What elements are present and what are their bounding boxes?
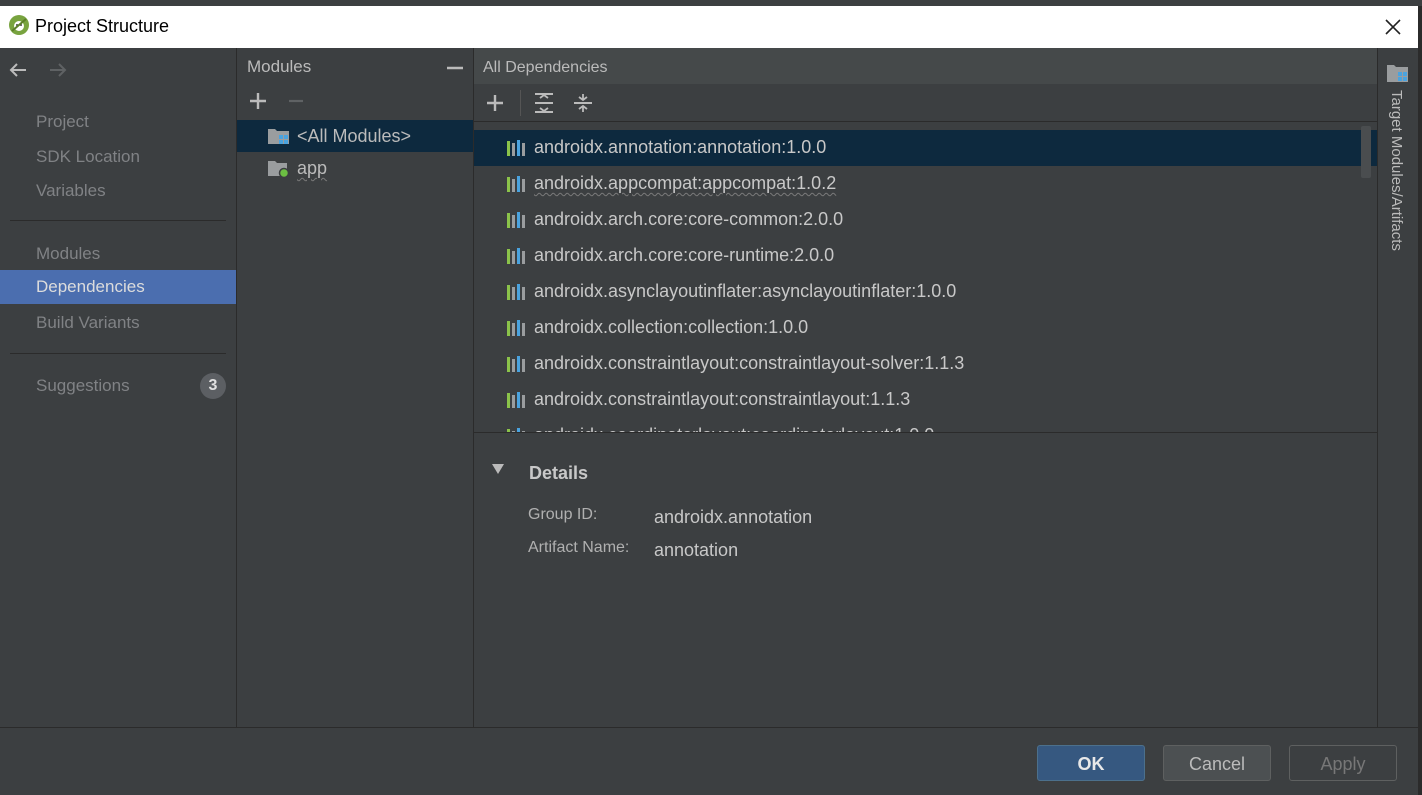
ok-button[interactable]: OK — [1037, 745, 1145, 781]
sidebar-divider — [10, 353, 226, 354]
dialog-footer: OK Cancel Apply — [0, 727, 1418, 795]
sidebar-item-sdk-location[interactable]: SDK Location — [0, 140, 236, 174]
title-bar: Project Structure — [0, 6, 1418, 48]
expand-all-icon[interactable] — [532, 91, 556, 115]
cancel-button[interactable]: Cancel — [1163, 745, 1271, 781]
suggestions-count-badge: 3 — [200, 373, 226, 399]
dependency-label: androidx.coordinatorlayout:coordinatorla… — [534, 425, 934, 432]
target-modules-icon[interactable] — [1386, 62, 1410, 84]
dependencies-panel: All Dependencies androidx.annotation:ann… — [474, 48, 1377, 727]
window-title: Project Structure — [35, 16, 170, 36]
library-icon — [507, 176, 525, 192]
details-title: Details — [529, 463, 589, 483]
dependencies-toolbar — [474, 84, 1377, 122]
sidebar-item-variables[interactable]: Variables — [0, 174, 236, 208]
dependency-label: androidx.asynclayoutinflater:asynclayout… — [534, 281, 957, 301]
sidebar-item-modules[interactable]: Modules — [0, 237, 236, 271]
artifact-name-value: annotation — [654, 540, 739, 560]
collapse-minus-icon[interactable] — [443, 56, 467, 80]
dependencies-list[interactable]: androidx.annotation:annotation:1.0.0 and… — [474, 124, 1377, 433]
modules-header: Modules — [247, 57, 312, 76]
dependencies-header: All Dependencies — [474, 48, 1377, 84]
module-folder-icon — [268, 161, 290, 178]
library-icon — [507, 356, 525, 372]
library-icon — [507, 212, 525, 228]
dependency-row[interactable]: androidx.constraintlayout:constraintlayo… — [474, 346, 1377, 382]
dependency-label: androidx.constraintlayout:constraintlayo… — [534, 389, 911, 409]
collapse-all-icon[interactable] — [571, 91, 595, 115]
sidebar: Project SDK Location Variables Modules D… — [0, 48, 237, 727]
dependency-row[interactable]: androidx.collection:collection:1.0.0 — [474, 310, 1377, 346]
library-icon — [507, 284, 525, 300]
library-icon — [507, 140, 525, 156]
dependency-label: androidx.appcompat:appcompat:1.0.2 — [534, 173, 837, 193]
library-icon — [507, 392, 525, 408]
library-icon — [507, 320, 525, 336]
project-structure-dialog: Project Structure Project SDK Location V… — [0, 6, 1418, 795]
android-studio-icon — [9, 15, 29, 35]
dependency-row[interactable]: androidx.asynclayoutinflater:asynclayout… — [474, 274, 1377, 310]
module-item-app[interactable]: app — [237, 152, 473, 184]
dependency-row[interactable]: androidx.appcompat:appcompat:1.0.2 — [474, 166, 1377, 202]
dependency-label: androidx.constraintlayout:constraintlayo… — [534, 353, 965, 373]
group-id-label: Group ID: — [528, 506, 598, 523]
dependency-row[interactable]: androidx.coordinatorlayout:coordinatorla… — [474, 418, 1377, 432]
sidebar-item-project[interactable]: Project — [0, 105, 236, 139]
forward-arrow-icon[interactable] — [46, 58, 70, 82]
right-tool-rail: Target Modules/Artifacts — [1377, 48, 1418, 727]
details-section: Details Group ID: androidx.annotation Ar… — [474, 433, 1377, 727]
toolbar-separator — [520, 90, 521, 116]
add-module-icon[interactable] — [246, 89, 270, 113]
apply-button[interactable]: Apply — [1289, 745, 1397, 781]
sidebar-item-build-variants[interactable]: Build Variants — [0, 306, 236, 340]
module-item-label: app — [297, 158, 328, 178]
dependency-row[interactable]: androidx.arch.core:core-runtime:2.0.0 — [474, 238, 1377, 274]
sidebar-item-dependencies[interactable]: Dependencies — [0, 270, 236, 304]
dependency-label: androidx.annotation:annotation:1.0.0 — [534, 137, 827, 157]
dependency-label: androidx.collection:collection:1.0.0 — [534, 317, 809, 337]
collapse-triangle-icon[interactable] — [490, 461, 506, 477]
target-modules-artifacts-tab[interactable]: Target Modules/Artifacts — [1388, 90, 1405, 251]
module-item-all-modules[interactable]: <All Modules> — [237, 120, 473, 152]
library-icon — [507, 248, 525, 264]
artifact-name-label: Artifact Name: — [528, 539, 630, 556]
dependency-row[interactable]: androidx.annotation:annotation:1.0.0 — [474, 130, 1377, 166]
group-id-value: androidx.annotation — [654, 507, 813, 527]
dependency-label: androidx.arch.core:core-common:2.0.0 — [534, 209, 844, 229]
sidebar-divider — [10, 220, 226, 221]
dependency-row[interactable]: androidx.constraintlayout:constraintlayo… — [474, 382, 1377, 418]
dependency-label: androidx.arch.core:core-runtime:2.0.0 — [534, 245, 835, 265]
remove-module-icon[interactable] — [284, 89, 308, 113]
back-arrow-icon[interactable] — [6, 58, 30, 82]
module-item-label: <All Modules> — [297, 126, 412, 146]
sidebar-item-label: Suggestions — [36, 376, 130, 395]
dependency-row[interactable]: androidx.arch.core:core-common:2.0.0 — [474, 202, 1377, 238]
dependencies-scrollbar[interactable] — [1361, 126, 1371, 178]
add-dependency-icon[interactable] — [483, 91, 507, 115]
close-icon[interactable] — [1380, 14, 1406, 40]
modules-panel: Modules <All Modules> app — [237, 48, 474, 727]
modules-folder-icon — [268, 129, 289, 144]
